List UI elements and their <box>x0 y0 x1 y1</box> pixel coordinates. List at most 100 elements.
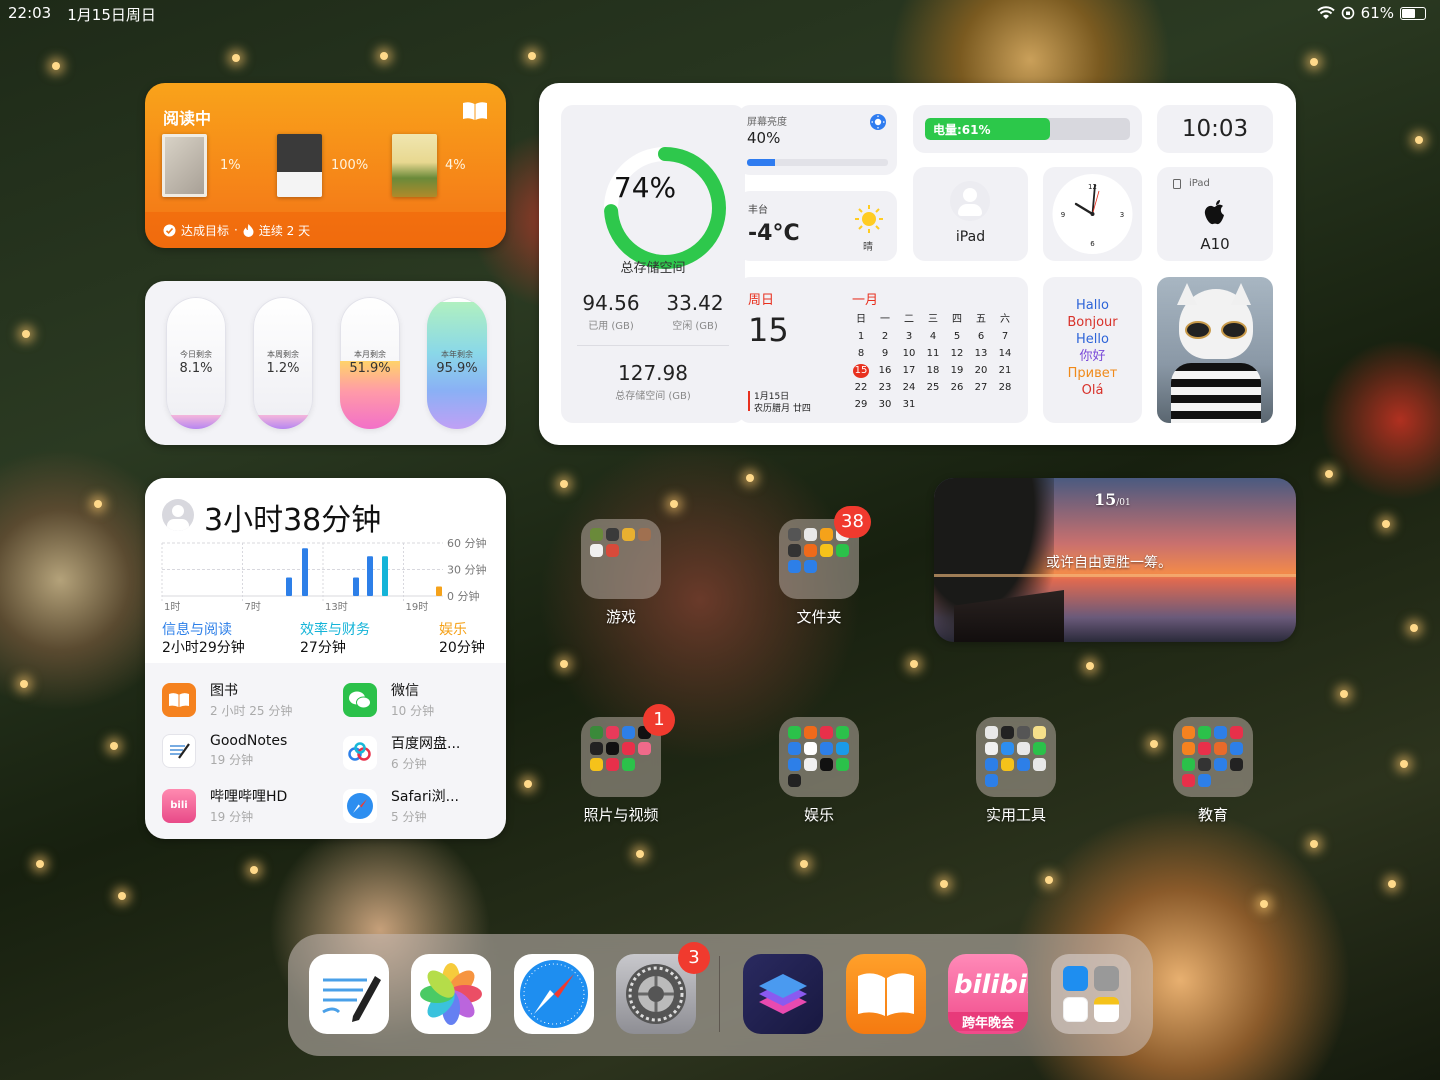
device-type: iPad <box>1189 178 1210 189</box>
calendar-month: 一月 <box>852 293 879 308</box>
brightness-label: 屏幕亮度 <box>747 117 787 128</box>
calendar-day-cell[interactable]: 20 <box>969 364 993 378</box>
dashboard-widget[interactable]: 74% 总存储空间 94.56 已用 (GB) 33.42 空闲 (GB) 12… <box>539 83 1296 445</box>
brightness-value: 40% <box>747 129 781 147</box>
battery-tile[interactable]: 电量:61% <box>913 105 1142 153</box>
photo-quote-widget[interactable]: 15/01 或许自由更胜一筹。 <box>934 478 1296 642</box>
calendar-day-cell[interactable]: 9 <box>873 347 897 361</box>
weather-city: 丰台 <box>748 205 768 216</box>
remaining-day-value: 8.1% <box>179 361 213 376</box>
calendar-weekday-header: 一 <box>880 314 890 325</box>
calendar-day-cell[interactable]: 12 <box>945 347 969 361</box>
reading-streak: 连续 2 天 <box>258 223 311 238</box>
clock-num-3: 3 <box>1120 211 1124 219</box>
app-row-bilibili[interactable]: bili 哔哩哔哩HD 19 分钟 <box>162 786 287 825</box>
calendar-day-cell[interactable]: 24 <box>897 381 921 395</box>
calendar-day-cell[interactable]: 1 <box>849 330 873 344</box>
calendar-weekday-header: 五 <box>976 314 986 325</box>
app-row-wechat[interactable]: 微信 10 分钟 <box>343 680 434 719</box>
book-cover-3[interactable] <box>392 134 437 197</box>
calendar-day-cell[interactable]: 27 <box>969 381 993 395</box>
calendar-day-cell[interactable]: 17 <box>897 364 921 378</box>
apple-logo-icon <box>1204 200 1224 225</box>
greeting-word: Hallo <box>1076 298 1109 313</box>
dock-books[interactable] <box>846 954 926 1034</box>
calendar-day-cell[interactable]: 30 <box>873 398 897 412</box>
time-remaining-widget[interactable]: 今日剩余 8.1% 本周剩余 1.2% 本月剩余 51.9% 本年剩余 95.9% <box>145 281 506 445</box>
category-3-time: 20分钟 <box>439 640 485 656</box>
photos-icon <box>420 963 482 1025</box>
calendar-day-cell[interactable]: 28 <box>993 381 1017 395</box>
brightness-tile[interactable]: 屏幕亮度 40% <box>738 105 897 175</box>
dock-photos[interactable] <box>411 954 491 1034</box>
weather-tile[interactable]: 丰台 -4°C 晴 <box>738 191 897 261</box>
calendar-day-cell[interactable]: 21 <box>993 364 1017 378</box>
remaining-year-value: 95.9% <box>436 361 478 376</box>
cat-photo-tile[interactable] <box>1157 277 1273 423</box>
calendar-day-cell[interactable]: 8 <box>849 347 873 361</box>
storage-label: 总存储空间 <box>620 261 686 276</box>
dock-craft[interactable] <box>743 954 823 1034</box>
calendar-day-cell[interactable]: 16 <box>873 364 897 378</box>
calendar-day-cell[interactable]: 23 <box>873 381 897 395</box>
remaining-month-pill: 本月剩余 51.9% <box>340 297 400 429</box>
book-progress-2: 100% <box>331 158 369 173</box>
calendar-day-cell[interactable]: 11 <box>921 347 945 361</box>
calendar-day-cell[interactable]: 6 <box>969 330 993 344</box>
calendar-day-cell[interactable]: 5 <box>945 330 969 344</box>
calendar-day-cell[interactable]: 3 <box>897 330 921 344</box>
calendar-day-cell[interactable]: 14 <box>993 347 1017 361</box>
folder-entertainment[interactable] <box>779 717 859 797</box>
dock-safari[interactable] <box>514 954 594 1034</box>
calendar-day-cell[interactable]: 31 <box>897 398 921 412</box>
device-model-tile[interactable]: iPad A10 <box>1157 167 1273 261</box>
calendar-day-cell[interactable]: 26 <box>945 381 969 395</box>
calendar-day-cell[interactable]: 13 <box>969 347 993 361</box>
folder-utilities[interactable] <box>976 717 1056 797</box>
folder-games[interactable] <box>581 519 661 599</box>
calendar-day-cell[interactable]: 22 <box>849 381 873 395</box>
storage-used-label: 已用 (GB) <box>588 321 634 332</box>
brightness-bar[interactable] <box>747 159 888 166</box>
device-tile[interactable]: iPad <box>913 167 1028 261</box>
folder-education-label: 教育 <box>1197 806 1228 824</box>
book-cover-1[interactable] <box>162 134 207 197</box>
reading-widget[interactable]: 阅读中 1% 100% 4% 达成目标 · 连续 2 天 <box>145 83 506 248</box>
screen-time-widget[interactable]: 3小时38分钟 60 分钟 30 分钟 0 分钟 1时 7时 13时 19时 信息与阅读 2… <box>145 478 506 839</box>
calendar-grid: 日一二三四五六 1 2 3 4 5 6 7 8 9 10 11 12 13 14 15 16 17 18 19 20 21… <box>849 313 1011 412</box>
dock-goodnotes[interactable] <box>309 954 389 1034</box>
folder-education[interactable] <box>1173 717 1253 797</box>
remaining-month-value: 51.9% <box>349 361 391 376</box>
app-row-baidu-netdisk[interactable]: 百度网盘... 6 分钟 <box>343 733 460 772</box>
app-row-goodnotes[interactable]: GoodNotes 19 分钟 <box>162 733 287 768</box>
calendar-day-cell[interactable]: 18 <box>921 364 945 378</box>
calendar-tile[interactable]: 周日 15 1月15日 农历腊月 廿四 一月 日一二三四五六1234567891… <box>738 277 1028 423</box>
analog-clock-tile[interactable]: 12 3 6 9 <box>1043 167 1142 261</box>
calendar-day-cell[interactable]: 2 <box>873 330 897 344</box>
storage-total-label: 总存储空间 (GB) <box>615 391 691 402</box>
greeting-word: Olá <box>1081 383 1104 398</box>
book-cover-2[interactable] <box>277 134 322 197</box>
storage-tile[interactable]: 74% 总存储空间 94.56 已用 (GB) 33.42 空闲 (GB) 12… <box>561 105 745 423</box>
calendar-day-cell[interactable]: 10 <box>897 347 921 361</box>
app-row-books[interactable]: 图书 2 小时 25 分钟 <box>162 680 292 719</box>
calendar-day-cell[interactable]: 19 <box>945 364 969 378</box>
calendar-day-cell[interactable]: 29 <box>849 398 873 412</box>
dock-bilibili[interactable]: bilibili 跨年晚会 <box>948 954 1028 1034</box>
weather-condition: 晴 <box>863 242 873 253</box>
device-avatar-icon <box>950 181 990 221</box>
calendar-day-cell[interactable]: 25 <box>921 381 945 395</box>
bilibili-logo: bilibili <box>954 970 1028 1000</box>
calendar-day-cell[interactable]: 7 <box>993 330 1017 344</box>
digital-clock-time: 10:03 <box>1181 116 1249 142</box>
status-date: 1月15日周日 <box>67 6 156 24</box>
calendar-day-cell[interactable]: 4 <box>921 330 945 344</box>
chart-bar <box>382 556 388 596</box>
app-row-safari[interactable]: Safari浏... 5 分钟 <box>343 786 459 825</box>
calendar-day-cell[interactable]: 15 <box>853 364 869 378</box>
digital-clock-tile[interactable]: 10:03 <box>1157 105 1273 153</box>
app-name: 微信 <box>391 683 419 699</box>
dock-app-library[interactable] <box>1051 954 1131 1034</box>
reading-footer: 达成目标 · 连续 2 天 <box>145 212 506 248</box>
greetings-tile[interactable]: Hallo Bonjour Hello 你好 Привет Olá <box>1043 277 1142 423</box>
